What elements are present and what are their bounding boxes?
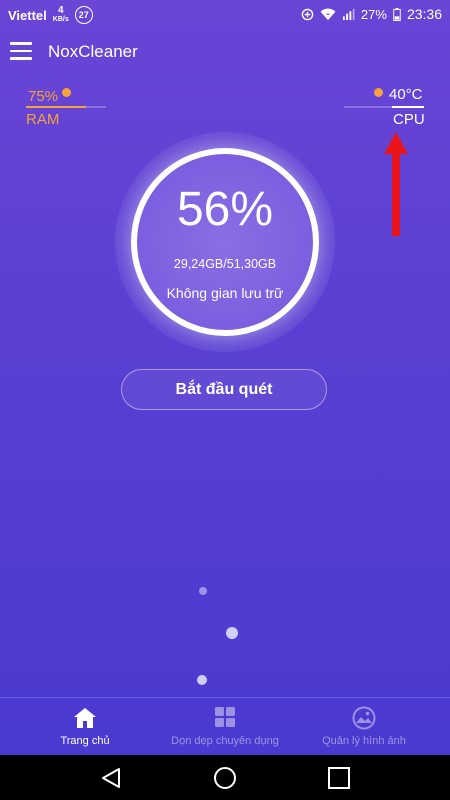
app-screen: Viettel 4 KB/s 27 27% 23:36 NoxCleaner 7… [0, 0, 450, 755]
speed-unit: KB/s [52, 16, 69, 23]
battery-icon [393, 7, 401, 21]
back-icon[interactable] [99, 766, 123, 790]
storage-usage: 29,24GB/51,30GB [173, 257, 277, 271]
wifi-icon [320, 8, 336, 20]
start-scan-button[interactable]: Bắt đầu quét [121, 369, 327, 410]
decorative-bubble [226, 627, 238, 639]
cpu-status-dot [374, 88, 383, 97]
decorative-bubble [199, 587, 207, 595]
home-icon [74, 708, 96, 728]
ram-percent: 75% [28, 88, 59, 105]
app-title: NoxCleaner [48, 42, 138, 61]
speed-value: 4 [57, 5, 64, 16]
storage-percent: 56% [176, 183, 274, 236]
ram-label: RAM [26, 111, 60, 128]
nav-label-special-clean: Dọn dẹp chuyên dụng [171, 735, 279, 747]
clock: 23:36 [406, 6, 442, 22]
nav-item-special-clean[interactable]: Dọn dẹp chuyên dụng [150, 706, 300, 747]
home-button-icon[interactable] [213, 766, 237, 790]
bottom-navigation: Trang chủ Dọn dẹp chuyên dụng Quản lý hì… [0, 697, 450, 755]
grid-icon [215, 707, 235, 727]
cpu-progress-track [344, 106, 424, 108]
cpu-progress-fill [392, 106, 424, 108]
nav-label-home: Trang chủ [60, 735, 110, 747]
status-bar: Viettel 4 KB/s 27 27% 23:36 [0, 0, 450, 28]
app-bar: NoxCleaner [0, 28, 450, 76]
storage-gauge-ring [131, 148, 319, 336]
carrier-name: Viettel [8, 7, 47, 23]
recent-apps-icon[interactable] [327, 766, 351, 790]
ram-progress-fill [26, 106, 86, 108]
nav-label-image-manager: Quản lý hình ảnh [322, 735, 406, 747]
cpu-temperature: 40°C [389, 86, 423, 103]
network-speed: 4 KB/s [53, 6, 69, 24]
nav-item-image-manager[interactable]: Quản lý hình ảnh [289, 706, 439, 747]
signal-icon [342, 8, 355, 20]
image-icon [352, 706, 376, 730]
cpu-label: CPU [393, 111, 425, 128]
battery-percent: 27% [360, 6, 387, 22]
red-arrow-annotation-icon [384, 132, 408, 236]
ram-progress-track [26, 106, 106, 108]
ram-status-dot [62, 88, 71, 97]
nav-item-home[interactable]: Trang chủ [10, 706, 160, 747]
decorative-bubble [197, 675, 207, 685]
notification-count-badge: 27 [74, 6, 93, 24]
hamburger-menu-icon[interactable] [10, 42, 32, 60]
data-saver-icon [301, 8, 314, 20]
system-navigation-bar [0, 755, 450, 800]
storage-label: Không gian lưu trữ [166, 285, 284, 301]
